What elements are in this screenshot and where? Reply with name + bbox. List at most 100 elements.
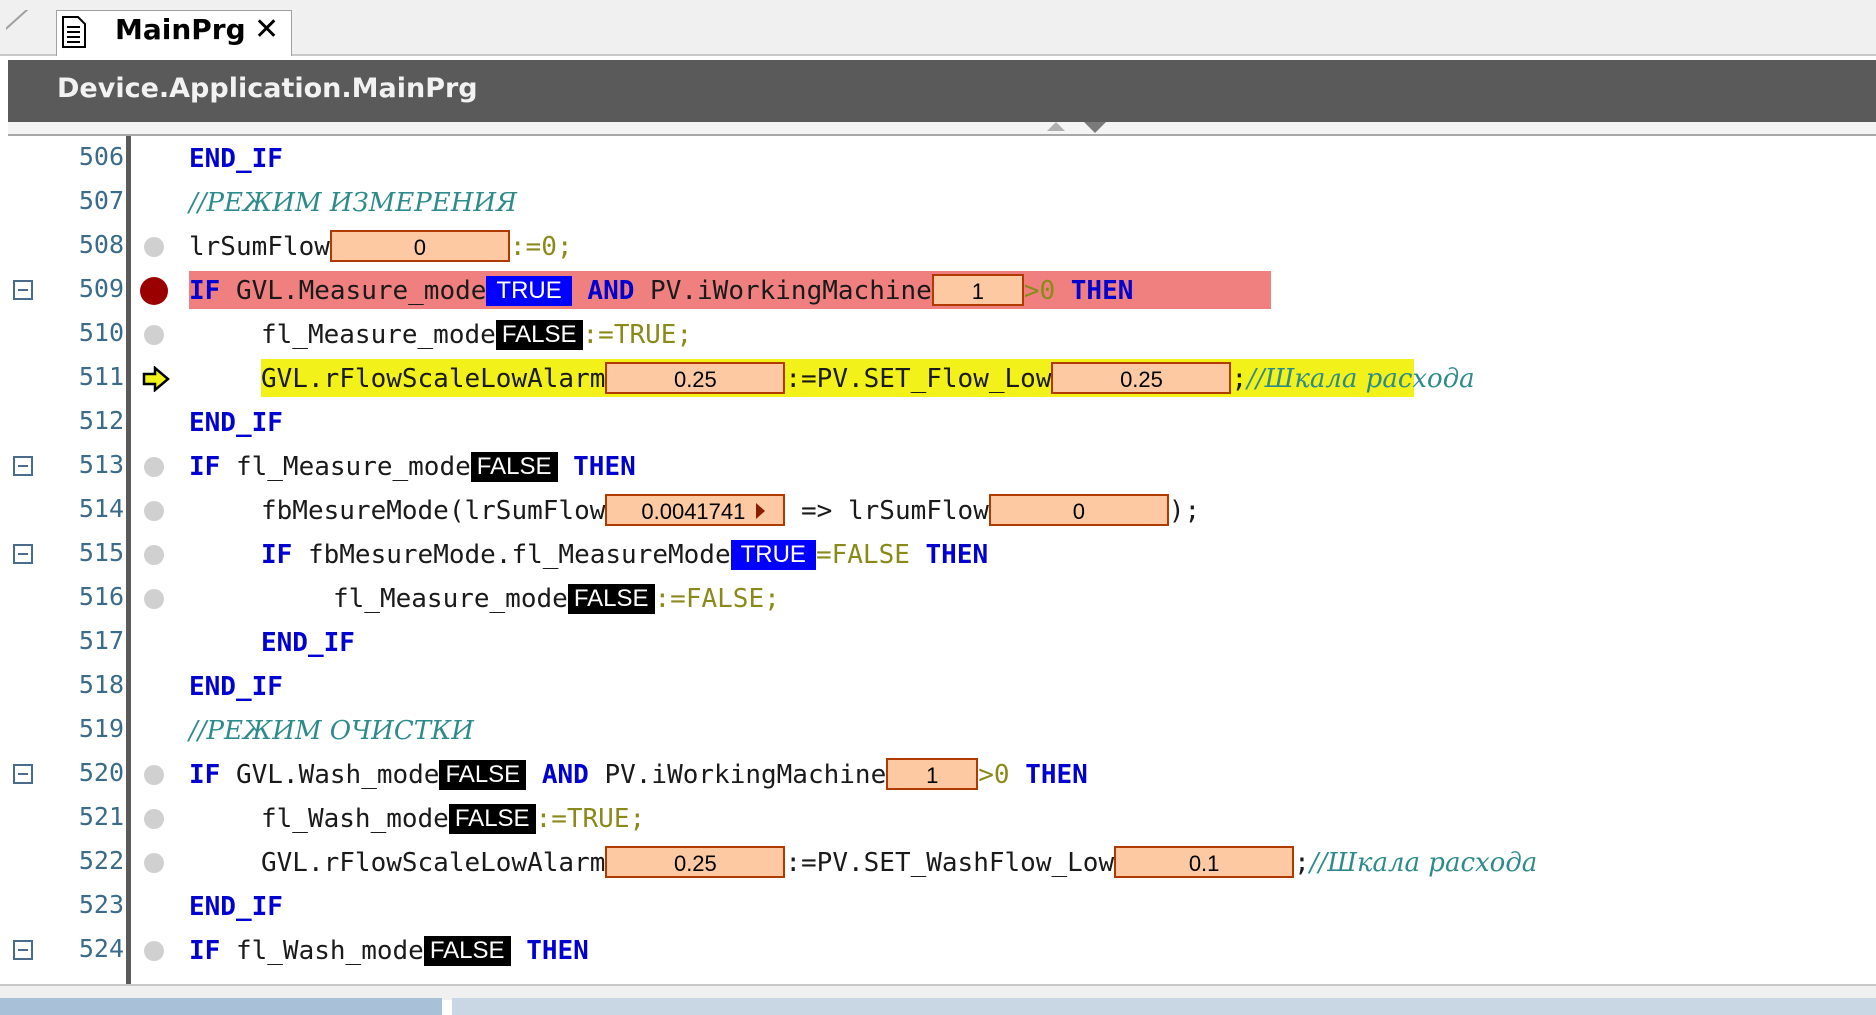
code-text[interactable]: IF GVL.Wash_mode FALSE AND PV.iWorkingMac… bbox=[189, 756, 1088, 794]
splitter[interactable] bbox=[8, 122, 1876, 136]
keyword: AND bbox=[587, 276, 651, 306]
code-text[interactable]: END_IF bbox=[189, 668, 283, 706]
keyword: IF bbox=[189, 760, 236, 790]
breakpoint-position-icon[interactable] bbox=[144, 325, 164, 345]
code-text[interactable]: fbMesureMode(lrSumFlow 0.0041741 => lrSum… bbox=[261, 492, 1200, 530]
current-position-arrow-icon[interactable] bbox=[142, 366, 170, 392]
code-text[interactable]: GVL.rFlowScaleLowAlarm 0.25:=PV.SET_WashF… bbox=[261, 844, 1537, 882]
code-text[interactable]: fl_Wash_mode FALSE:=TRUE; bbox=[261, 800, 645, 838]
bool-false-badge[interactable]: FALSE bbox=[448, 804, 536, 834]
code-text[interactable]: IF fl_Measure_mode FALSE THEN bbox=[189, 448, 636, 486]
line-number: 516 bbox=[78, 582, 124, 611]
inline-monitor-value[interactable]: 0.25 bbox=[1051, 362, 1232, 394]
keyword: END_IF bbox=[261, 628, 355, 658]
breakpoint-position-icon[interactable] bbox=[144, 809, 164, 829]
bool-false-badge[interactable]: FALSE bbox=[439, 760, 527, 790]
bool-false-badge[interactable]: FALSE bbox=[495, 320, 583, 350]
breakpoint-position-icon[interactable] bbox=[144, 941, 164, 961]
code-text[interactable]: //РЕЖИМ ИЗМЕРЕНИЯ bbox=[189, 184, 517, 222]
line-number: 523 bbox=[78, 890, 124, 919]
inline-monitor-value[interactable]: 0 bbox=[988, 494, 1169, 526]
bool-false-badge[interactable]: FALSE bbox=[470, 452, 558, 482]
identifier: ); bbox=[1168, 496, 1201, 526]
scroll-down-icon[interactable] bbox=[1084, 122, 1106, 133]
breakpoint-position-icon[interactable] bbox=[144, 853, 164, 873]
code-text[interactable]: IF fbMesureMode.fl_MeasureMode TRUE =FALSE… bbox=[261, 536, 988, 574]
code-line[interactable]: 524 IF fl_Wash_mode FALSE THEN bbox=[0, 928, 1876, 972]
horizontal-scrollbar-right[interactable] bbox=[452, 998, 1876, 1015]
inline-monitor-value[interactable]: 1 bbox=[886, 758, 979, 790]
code-text[interactable]: IF GVL.Measure_mode TRUE AND PV.iWorkingM… bbox=[189, 272, 1133, 310]
literal: :=FALSE; bbox=[654, 584, 780, 614]
code-line[interactable]: 507 //РЕЖИМ ИЗМЕРЕНИЯ bbox=[0, 180, 1876, 224]
code-text[interactable]: END_IF bbox=[189, 888, 283, 926]
line-number: 521 bbox=[78, 802, 124, 831]
breakpoint-position-icon[interactable] bbox=[144, 545, 164, 565]
code-line[interactable]: 513 IF fl_Measure_mode FALSE THEN bbox=[0, 444, 1876, 488]
expand-arrow-icon[interactable] bbox=[756, 503, 766, 519]
code-line[interactable]: 506 END_IF bbox=[0, 136, 1876, 180]
fold-collapse-icon[interactable] bbox=[13, 544, 33, 564]
line-number: 524 bbox=[78, 934, 124, 963]
breakpoint-position-icon[interactable] bbox=[144, 501, 164, 521]
code-line[interactable]: 523 END_IF bbox=[0, 884, 1876, 928]
identifier: PV.iWorkingMachine bbox=[604, 760, 887, 790]
code-text[interactable]: lrSumFlow 0:=0; bbox=[189, 228, 573, 266]
identifier: GVL.rFlowScaleLowAlarm bbox=[261, 848, 606, 878]
code-line[interactable]: 522 GVL.rFlowScaleLowAlarm 0.25:=PV.SET_Wa… bbox=[0, 840, 1876, 884]
code-line[interactable]: 516 fl_Measure_mode FALSE:=FALSE; bbox=[0, 576, 1876, 620]
bool-true-badge[interactable]: TRUE bbox=[486, 276, 572, 306]
bool-true-badge[interactable]: TRUE bbox=[730, 540, 816, 570]
line-number: 517 bbox=[78, 626, 124, 655]
fold-collapse-icon[interactable] bbox=[13, 456, 33, 476]
breakpoint-position-icon[interactable] bbox=[144, 237, 164, 257]
inline-monitor-value[interactable]: 1 bbox=[931, 274, 1024, 306]
inline-monitor-value[interactable]: 0.0041741 bbox=[605, 494, 786, 526]
fold-collapse-icon[interactable] bbox=[13, 764, 33, 784]
breakpoint-position-icon[interactable] bbox=[144, 765, 164, 785]
code-line[interactable]: 518 END_IF bbox=[0, 664, 1876, 708]
code-text[interactable]: END_IF bbox=[189, 404, 283, 442]
code-line[interactable]: 509 IF GVL.Measure_mode TRUE AND PV.iWorki… bbox=[0, 268, 1876, 312]
code-line[interactable]: 514 fbMesureMode(lrSumFlow 0.0041741 => lr… bbox=[0, 488, 1876, 532]
code-text[interactable]: fl_Measure_mode FALSE:=FALSE; bbox=[333, 580, 780, 618]
code-line[interactable]: 517 END_IF bbox=[0, 620, 1876, 664]
horizontal-scrollbar-left[interactable] bbox=[0, 998, 442, 1015]
code-line[interactable]: 512 END_IF bbox=[0, 400, 1876, 444]
code-line[interactable]: 515 IF fbMesureMode.fl_MeasureMode TRUE =FA… bbox=[0, 532, 1876, 576]
bool-false-badge[interactable]: FALSE bbox=[567, 584, 655, 614]
line-number: 508 bbox=[78, 230, 124, 259]
code-text[interactable]: GVL.rFlowScaleLowAlarm 0.25:=PV.SET_Flow_… bbox=[261, 360, 1475, 398]
object-path: Device.Application.MainPrg bbox=[57, 73, 478, 104]
breakpoint-icon[interactable] bbox=[140, 277, 168, 305]
code-text[interactable]: fl_Measure_mode FALSE:=TRUE; bbox=[261, 316, 692, 354]
breakpoint-position-icon[interactable] bbox=[144, 457, 164, 477]
comment: //Шкала расхода bbox=[1247, 364, 1475, 394]
inline-monitor-value[interactable]: 0.25 bbox=[605, 846, 786, 878]
monitor-value-text: 1 bbox=[926, 763, 939, 788]
breakpoint-position-icon[interactable] bbox=[144, 589, 164, 609]
code-text[interactable]: IF fl_Wash_mode FALSE THEN bbox=[189, 932, 589, 970]
scroll-up-icon[interactable] bbox=[1047, 122, 1065, 131]
code-line[interactable]: 510 fl_Measure_mode FALSE:=TRUE; bbox=[0, 312, 1876, 356]
keyword: END_IF bbox=[189, 892, 283, 922]
code-line[interactable]: 521 fl_Wash_mode FALSE:=TRUE; bbox=[0, 796, 1876, 840]
inline-monitor-value[interactable]: 0.1 bbox=[1114, 846, 1295, 878]
line-number: 509 bbox=[78, 274, 124, 303]
code-text[interactable]: END_IF bbox=[189, 140, 283, 178]
code-line[interactable]: 508 lrSumFlow 0:=0; bbox=[0, 224, 1876, 268]
code-text[interactable]: //РЕЖИМ ОЧИСТКИ bbox=[189, 712, 474, 750]
code-line[interactable]: 511 GVL.rFlowScaleLowAlarm 0.25:=PV.SET_Fl… bbox=[0, 356, 1876, 400]
code-text[interactable]: END_IF bbox=[261, 624, 355, 662]
keyword: THEN bbox=[526, 936, 589, 966]
bool-false-badge[interactable]: FALSE bbox=[423, 936, 511, 966]
comment: //Шкала расхода bbox=[1309, 848, 1538, 878]
fold-collapse-icon[interactable] bbox=[13, 940, 33, 960]
inline-monitor-value[interactable]: 0.25 bbox=[605, 362, 786, 394]
code-line[interactable]: 520 IF GVL.Wash_mode FALSE AND PV.iWorking… bbox=[0, 752, 1876, 796]
inline-monitor-value[interactable]: 0 bbox=[329, 230, 510, 262]
code-line[interactable]: 519 //РЕЖИМ ОЧИСТКИ bbox=[0, 708, 1876, 752]
tab-title[interactable]: MainPrg bbox=[115, 13, 246, 46]
close-icon[interactable]: ✕ bbox=[254, 12, 279, 47]
fold-collapse-icon[interactable] bbox=[13, 280, 33, 300]
